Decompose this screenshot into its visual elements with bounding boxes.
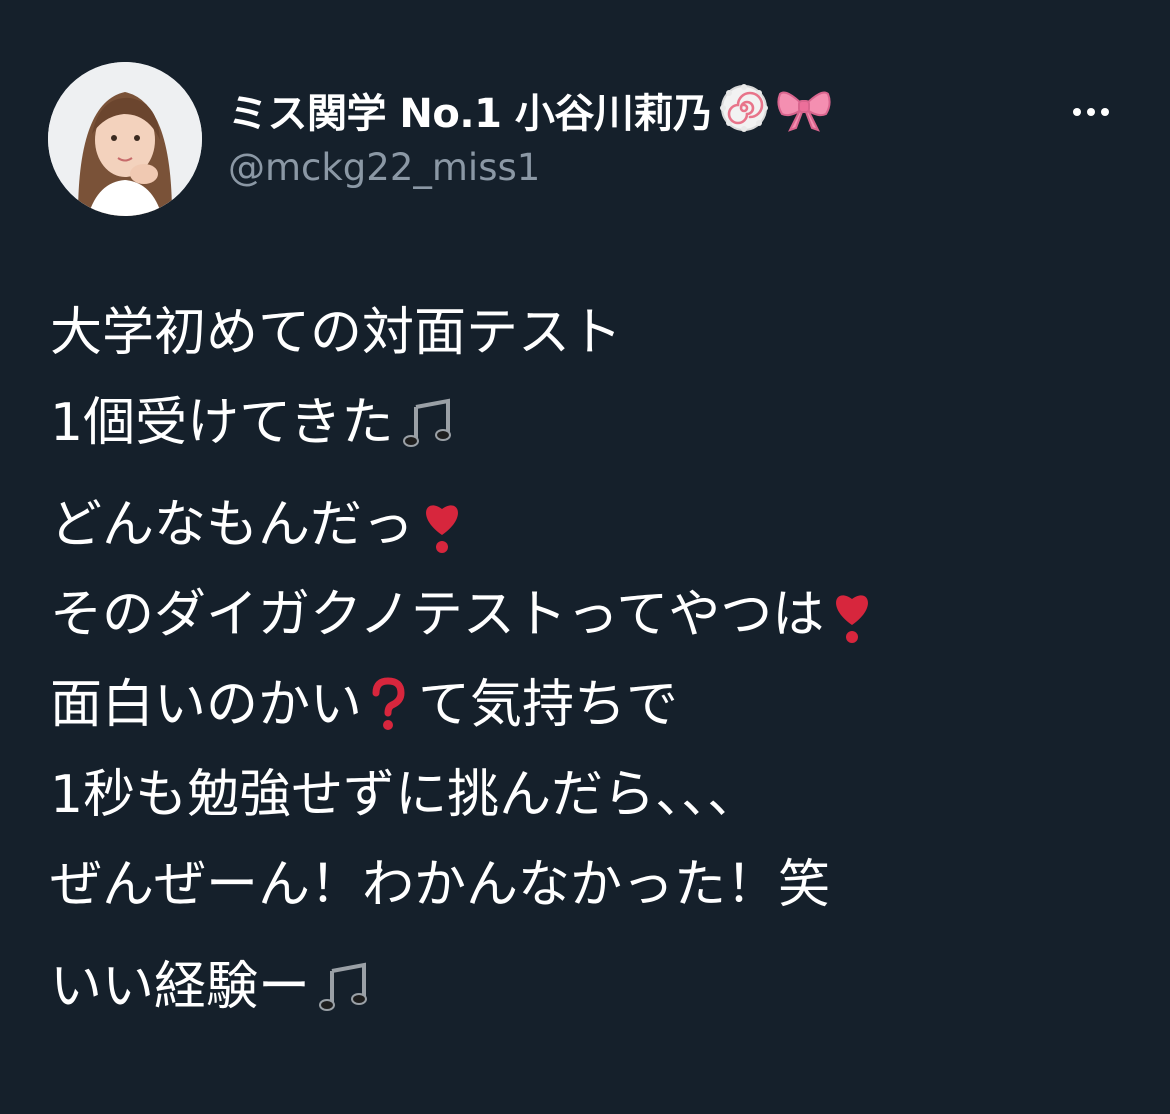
heart-exclamation-icon	[830, 585, 874, 645]
display-name[interactable]: ミス関学 No.1 小谷川莉乃	[228, 81, 713, 139]
music-notes-icon	[400, 395, 456, 451]
author-handle[interactable]: @mckg22_miss1	[228, 146, 832, 189]
tweet-text-line: ぜんぜーん！わかんなかった！笑	[50, 840, 1130, 930]
tweet-text-segment: どんなもんだっ	[50, 495, 415, 555]
tweet-text-segment: 1秒も勉強せずに挑んだら、、、	[50, 765, 760, 825]
tweet-header: ミス関学 No.1 小谷川莉乃 @mckg22_miss1	[48, 62, 1128, 218]
red-question-mark-icon	[368, 677, 408, 733]
tweet-text-line: 面白いのかい て気持ちで	[50, 660, 1130, 750]
tweet-text-line: 1秒も勉強せずに挑んだら、、、	[50, 750, 1130, 840]
more-horizontal-icon-dot	[1101, 108, 1109, 116]
tweet-text-segment: いい経験ー	[50, 957, 311, 1017]
display-name-row: ミス関学 No.1 小谷川莉乃	[228, 80, 832, 140]
more-horizontal-icon-dot	[1087, 108, 1095, 116]
tweet-text-line: どんなもんだっ	[50, 480, 1130, 570]
author-names: ミス関学 No.1 小谷川莉乃 @mckg22_miss1	[228, 80, 832, 189]
more-options-button[interactable]	[1064, 92, 1118, 132]
tweet-text-line: 大学初めての対面テスト	[50, 288, 1130, 378]
tweet: ミス関学 No.1 小谷川莉乃 @mckg22_miss1 大学初めての対面テス…	[0, 0, 1170, 1114]
tweet-text-line: 1個受けてきた	[50, 378, 1130, 468]
tweet-text-segment: 大学初めての対面テスト	[50, 303, 623, 363]
tweet-text-segment: 面白いのかい	[50, 675, 363, 735]
tweet-text-segment: そのダイガクノテストってやつは	[50, 585, 825, 645]
tweet-text-segment: ぜんぜーん！わかんなかった！笑	[50, 855, 831, 915]
tweet-text-line: いい経験ー	[50, 942, 1130, 1032]
avatar[interactable]	[48, 62, 202, 216]
tweet-text: 大学初めての対面テスト 1個受けてきた どんなもんだっ そのダイガクノテストって…	[50, 288, 1130, 1032]
tweet-text-segment: て気持ちで	[418, 675, 679, 735]
more-horizontal-icon	[1073, 108, 1081, 116]
tweet-text-segment: 1個受けてきた	[50, 393, 394, 453]
tweet-text-line: そのダイガクノテストってやつは	[50, 570, 1130, 660]
heart-exclamation-icon	[420, 495, 464, 555]
music-notes-icon	[316, 959, 372, 1015]
naruto-icon	[720, 84, 769, 136]
ribbon-icon	[776, 84, 832, 136]
